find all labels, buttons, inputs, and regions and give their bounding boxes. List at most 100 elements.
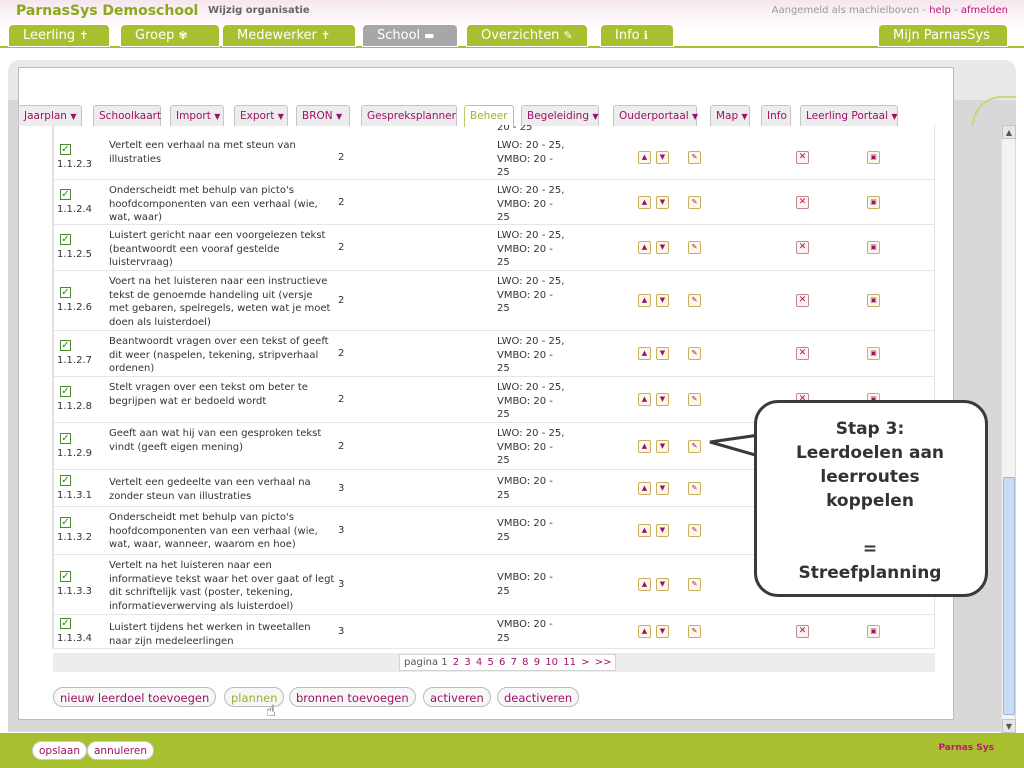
- goal-checkbox[interactable]: ✓: [60, 475, 71, 486]
- edit-pencil-icon[interactable]: ✎: [688, 347, 701, 360]
- move-down-icon[interactable]: ▼: [656, 524, 669, 537]
- trash-icon[interactable]: ▣: [867, 196, 880, 209]
- cancel-button[interactable]: annuleren: [87, 741, 154, 760]
- scroll-thumb[interactable]: [1003, 477, 1015, 715]
- goal-checkbox[interactable]: ✓: [60, 571, 71, 582]
- subtab-begeleiding[interactable]: Begeleiding ▼: [521, 105, 599, 126]
- delete-icon[interactable]: ✕: [796, 196, 809, 209]
- tab-leerling[interactable]: Leerling ✝: [8, 24, 110, 47]
- subtab-jaarplan[interactable]: Jaarplan ▼: [18, 105, 82, 126]
- save-button[interactable]: opslaan: [32, 741, 88, 760]
- delete-icon[interactable]: ✕: [796, 151, 809, 164]
- trash-icon[interactable]: ▣: [867, 151, 880, 164]
- move-up-icon[interactable]: ▲: [638, 241, 651, 254]
- vertical-scrollbar[interactable]: ▲ ▼: [1001, 125, 1016, 735]
- edit-pencil-icon[interactable]: ✎: [688, 578, 701, 591]
- move-up-icon[interactable]: ▲: [638, 578, 651, 591]
- move-down-icon[interactable]: ▼: [656, 294, 669, 307]
- subtab-beheer[interactable]: Beheer: [464, 105, 514, 127]
- scroll-down-icon[interactable]: ▼: [1002, 719, 1016, 733]
- edit-pencil-icon[interactable]: ✎: [688, 482, 701, 495]
- move-down-icon[interactable]: ▼: [656, 347, 669, 360]
- tab-school[interactable]: School ▬: [362, 24, 458, 47]
- goal-checkbox[interactable]: ✓: [60, 386, 71, 397]
- page-link[interactable]: 6: [499, 657, 505, 668]
- edit-pencil-icon[interactable]: ✎: [688, 440, 701, 453]
- trash-icon[interactable]: ▣: [867, 294, 880, 307]
- move-up-icon[interactable]: ▲: [638, 294, 651, 307]
- subtab-import[interactable]: Import ▼: [170, 105, 224, 126]
- move-down-icon[interactable]: ▼: [656, 578, 669, 591]
- edit-pencil-icon[interactable]: ✎: [688, 524, 701, 537]
- deactivate-button[interactable]: deactiveren: [497, 687, 580, 707]
- delete-icon[interactable]: ✕: [796, 347, 809, 360]
- edit-pencil-icon[interactable]: ✎: [688, 625, 701, 638]
- delete-icon[interactable]: ✕: [796, 625, 809, 638]
- subtab-bron[interactable]: BRON ▼: [296, 105, 350, 126]
- subtab-leerling-portaal[interactable]: Leerling Portaal ▼: [800, 105, 898, 126]
- move-up-icon[interactable]: ▲: [638, 347, 651, 360]
- move-up-icon[interactable]: ▲: [638, 482, 651, 495]
- edit-pencil-icon[interactable]: ✎: [688, 393, 701, 406]
- page-link[interactable]: 7: [511, 657, 517, 668]
- trash-icon[interactable]: ▣: [867, 625, 880, 638]
- move-up-icon[interactable]: ▲: [638, 524, 651, 537]
- new-goal-button[interactable]: nieuw leerdoel toevoegen: [53, 687, 217, 707]
- move-up-icon[interactable]: ▲: [638, 625, 651, 638]
- tab-info[interactable]: Info ℹ: [600, 24, 674, 47]
- edit-pencil-icon[interactable]: ✎: [688, 294, 701, 307]
- page-link[interactable]: 8: [522, 657, 528, 668]
- last-page-link[interactable]: >>: [595, 657, 612, 668]
- subtab-ouderportaal[interactable]: Ouderportaal ▼: [613, 105, 698, 126]
- goal-checkbox[interactable]: ✓: [60, 144, 71, 155]
- page-link[interactable]: 9: [534, 657, 540, 668]
- subtab-export[interactable]: Export ▼: [234, 105, 288, 126]
- move-up-icon[interactable]: ▲: [638, 440, 651, 453]
- page-link[interactable]: 2: [453, 657, 459, 668]
- tab-mijn-parnassys[interactable]: Mijn ParnasSys: [878, 24, 1008, 47]
- move-down-icon[interactable]: ▼: [656, 196, 669, 209]
- move-down-icon[interactable]: ▼: [656, 151, 669, 164]
- page-link[interactable]: 4: [476, 657, 482, 668]
- trash-icon[interactable]: ▣: [867, 347, 880, 360]
- move-down-icon[interactable]: ▼: [656, 440, 669, 453]
- page-link[interactable]: 11: [563, 657, 576, 668]
- logout-link[interactable]: afmelden: [961, 5, 1008, 16]
- subtab-gespreksplanner[interactable]: Gespreksplanner: [361, 105, 457, 126]
- subtab-schoolkaart[interactable]: Schoolkaart: [93, 105, 161, 126]
- change-organisation-link[interactable]: Wijzig organisatie: [208, 5, 310, 16]
- delete-icon[interactable]: ✕: [796, 241, 809, 254]
- help-link[interactable]: help: [929, 5, 951, 16]
- move-down-icon[interactable]: ▼: [656, 482, 669, 495]
- edit-pencil-icon[interactable]: ✎: [688, 241, 701, 254]
- move-down-icon[interactable]: ▼: [656, 393, 669, 406]
- move-up-icon[interactable]: ▲: [638, 151, 651, 164]
- goal-checkbox[interactable]: ✓: [60, 433, 71, 444]
- move-up-icon[interactable]: ▲: [638, 196, 651, 209]
- tab-medewerker[interactable]: Medewerker ✝: [222, 24, 356, 47]
- goal-checkbox[interactable]: ✓: [60, 234, 71, 245]
- trash-icon[interactable]: ▣: [867, 241, 880, 254]
- goal-checkbox[interactable]: ✓: [60, 517, 71, 528]
- move-down-icon[interactable]: ▼: [656, 241, 669, 254]
- activate-button[interactable]: activeren: [423, 687, 491, 707]
- edit-pencil-icon[interactable]: ✎: [688, 196, 701, 209]
- tab-groep[interactable]: Groep ✾: [120, 24, 220, 47]
- subtab-map[interactable]: Map ▼: [710, 105, 750, 126]
- add-sources-button[interactable]: bronnen toevoegen: [289, 687, 416, 707]
- delete-icon[interactable]: ✕: [796, 294, 809, 307]
- page-link[interactable]: 5: [487, 657, 493, 668]
- edit-pencil-icon[interactable]: ✎: [688, 151, 701, 164]
- goal-checkbox[interactable]: ✓: [60, 340, 71, 351]
- page-link[interactable]: 10: [545, 657, 558, 668]
- goal-checkbox[interactable]: ✓: [60, 189, 71, 200]
- scroll-up-icon[interactable]: ▲: [1002, 125, 1016, 139]
- move-down-icon[interactable]: ▼: [656, 625, 669, 638]
- goal-checkbox[interactable]: ✓: [60, 618, 71, 629]
- page-link[interactable]: 3: [464, 657, 470, 668]
- subtab-info[interactable]: Info: [761, 105, 791, 126]
- next-page-link[interactable]: >: [581, 657, 589, 668]
- move-up-icon[interactable]: ▲: [638, 393, 651, 406]
- goal-checkbox[interactable]: ✓: [60, 287, 71, 298]
- tab-overzichten[interactable]: Overzichten ✎: [466, 24, 588, 47]
